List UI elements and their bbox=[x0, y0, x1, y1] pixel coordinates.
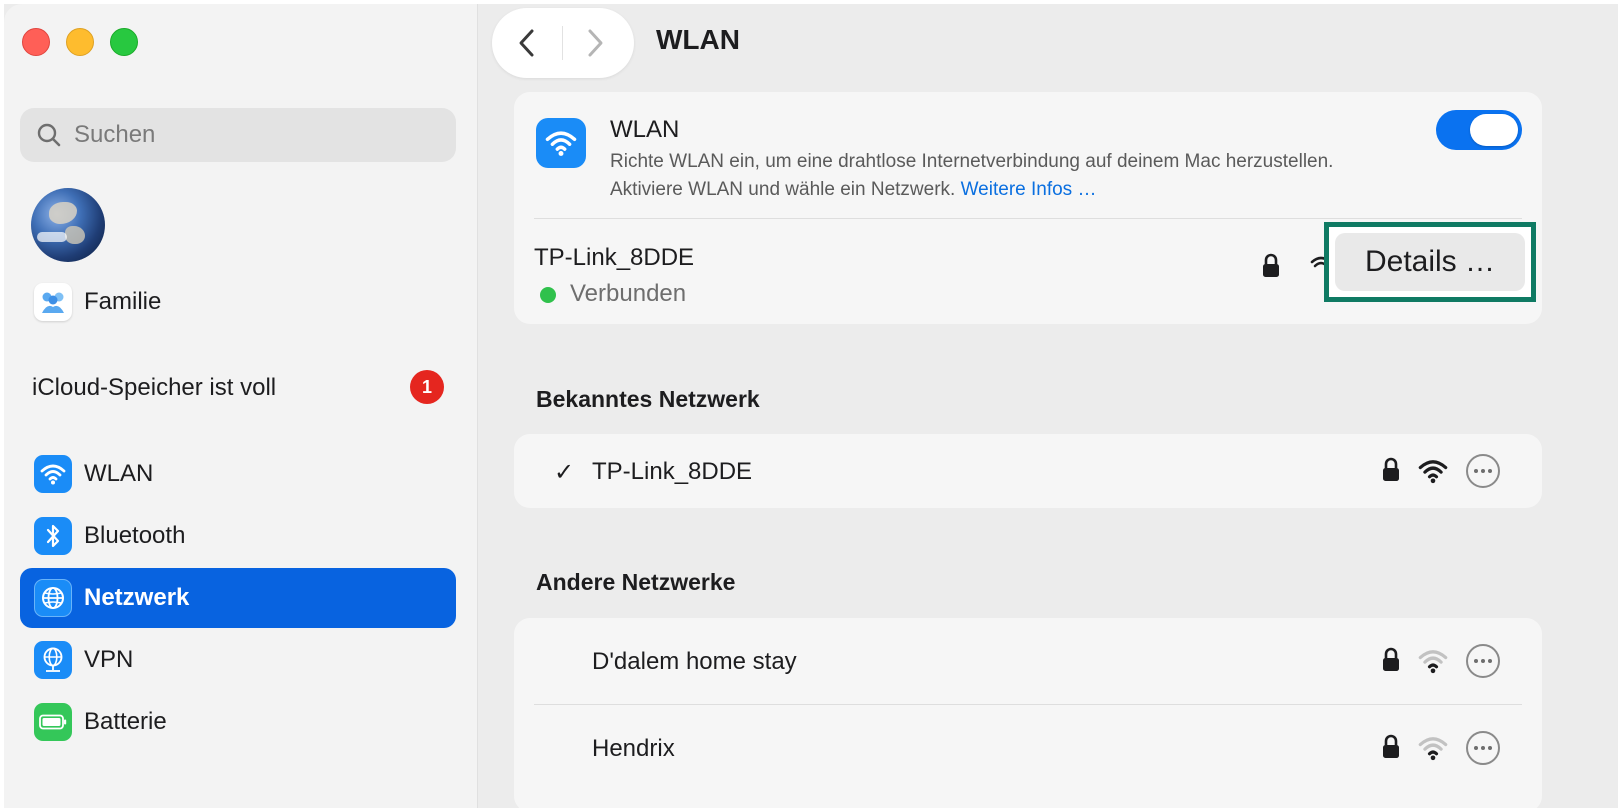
sidebar-item-label: Bluetooth bbox=[84, 522, 186, 549]
forward-chevron-icon bbox=[588, 29, 603, 57]
wifi-signal-icon bbox=[1418, 460, 1448, 484]
more-options-button[interactable] bbox=[1466, 644, 1500, 678]
details-button[interactable]: Details … bbox=[1335, 233, 1525, 291]
family-icon bbox=[34, 283, 72, 321]
sidebar-item-wlan[interactable]: WLAN bbox=[20, 444, 456, 504]
more-options-button[interactable] bbox=[1466, 454, 1500, 488]
sidebar-item-label: Batterie bbox=[84, 708, 167, 735]
wifi-icon bbox=[536, 118, 586, 168]
navigation-controls bbox=[492, 8, 634, 78]
connected-status-dot bbox=[540, 287, 556, 303]
wlan-card: WLAN Richte WLAN ein, um eine drahtlose … bbox=[514, 92, 1542, 324]
network-name: TP-Link_8DDE bbox=[592, 458, 753, 485]
other-networks-list: D'dalem home stay Hendrix bbox=[514, 618, 1542, 808]
zoom-window-button[interactable] bbox=[110, 28, 138, 56]
list-item[interactable]: ✓ TP-Link_8DDE bbox=[514, 434, 1542, 508]
sidebar-item-family[interactable]: Familie bbox=[20, 272, 456, 332]
known-network-list: ✓ TP-Link_8DDE bbox=[514, 434, 1542, 508]
sidebar-item-label: VPN bbox=[84, 646, 134, 673]
sidebar-item-label: WLAN bbox=[84, 460, 154, 487]
known-network-heading: Bekanntes Netzwerk bbox=[536, 386, 760, 412]
wifi-signal-icon bbox=[1418, 737, 1448, 761]
back-button[interactable] bbox=[504, 20, 550, 66]
more-info-link[interactable]: Weitere Infos … bbox=[961, 179, 1097, 200]
sidebar-item-batterie[interactable]: Batterie bbox=[20, 692, 456, 752]
toggle-knob bbox=[1470, 114, 1518, 146]
wifi-signal-icon bbox=[1418, 650, 1448, 674]
vpn-globe-icon bbox=[34, 641, 72, 679]
globe-icon bbox=[34, 579, 72, 617]
bluetooth-icon bbox=[34, 517, 72, 555]
network-name: Hendrix bbox=[592, 735, 675, 762]
sidebar-item-bluetooth[interactable]: Bluetooth bbox=[20, 506, 456, 566]
back-chevron-icon bbox=[519, 29, 534, 57]
icloud-storage-notice[interactable]: iCloud-Speicher ist voll bbox=[32, 374, 276, 402]
search-input[interactable] bbox=[74, 121, 434, 149]
sidebar-item-label: Netzwerk bbox=[84, 584, 190, 611]
other-networks-heading: Andere Netzwerke bbox=[536, 569, 736, 595]
divider bbox=[534, 218, 1522, 219]
settings-window: Familie iCloud-Speicher ist voll 1 WLAN bbox=[4, 4, 1618, 808]
sidebar-item-label: Familie bbox=[84, 288, 162, 315]
lock-icon bbox=[1383, 457, 1399, 481]
sidebar-item-netzwerk[interactable]: Netzwerk bbox=[20, 568, 456, 628]
current-network-name: TP-Link_8DDE bbox=[534, 244, 695, 271]
page-title: WLAN bbox=[656, 24, 740, 55]
search-field[interactable] bbox=[20, 108, 456, 162]
list-item[interactable]: Hendrix bbox=[514, 705, 1542, 791]
list-item[interactable]: D'dalem home stay bbox=[514, 618, 1542, 704]
lock-icon bbox=[1383, 647, 1399, 671]
network-name: D'dalem home stay bbox=[592, 648, 797, 675]
sidebar: Familie iCloud-Speicher ist voll 1 WLAN bbox=[4, 4, 478, 808]
wifi-icon bbox=[34, 455, 72, 493]
battery-icon bbox=[34, 703, 72, 741]
nav-separator bbox=[562, 26, 563, 60]
wlan-description: Richte WLAN ein, um eine drahtlose Inter… bbox=[610, 148, 1370, 204]
minimize-window-button[interactable] bbox=[66, 28, 94, 56]
search-icon bbox=[37, 123, 61, 147]
checkmark-icon: ✓ bbox=[554, 459, 575, 486]
sidebar-item-vpn[interactable]: VPN bbox=[20, 630, 456, 690]
connection-status: Verbunden bbox=[570, 280, 687, 307]
wlan-toggle[interactable] bbox=[1436, 110, 1522, 150]
avatar[interactable] bbox=[31, 188, 105, 262]
lock-icon bbox=[1383, 734, 1399, 758]
forward-button[interactable] bbox=[572, 20, 618, 66]
close-window-button[interactable] bbox=[22, 28, 50, 56]
lock-icon bbox=[1263, 253, 1279, 277]
details-highlight-box: Details … bbox=[1324, 222, 1536, 302]
notification-badge: 1 bbox=[410, 370, 444, 404]
more-options-button[interactable] bbox=[1466, 731, 1500, 765]
wlan-title: WLAN bbox=[610, 116, 680, 143]
